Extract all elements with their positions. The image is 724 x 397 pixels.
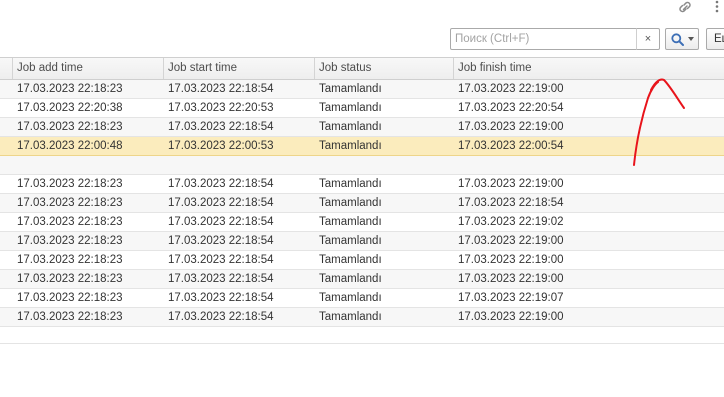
job-status-cell: Tamamlandı	[319, 83, 382, 95]
chevron-down-icon	[687, 37, 694, 41]
column-header-job-status[interactable]: Job status	[314, 58, 453, 79]
job-finish-time-cell: 17.03.2023 22:19:00	[458, 121, 564, 133]
job-start-time-cell: 17.03.2023 22:18:54	[168, 235, 274, 247]
table-row[interactable]: 17.03.2023 22:18:23 17.03.2023 22:18:54 …	[0, 232, 724, 251]
search-icon	[670, 32, 684, 46]
job-add-time-cell: 17.03.2023 22:18:23	[17, 197, 123, 209]
search-button[interactable]	[665, 28, 699, 50]
job-start-time-cell: 17.03.2023 22:00:53	[168, 140, 274, 152]
job-status-cell: Tamamlandı	[319, 197, 382, 209]
job-start-time-cell: 17.03.2023 22:18:54	[168, 216, 274, 228]
column-header-label: Job finish time	[458, 62, 532, 74]
table-row[interactable]: 17.03.2023 22:18:23 17.03.2023 22:18:54 …	[0, 194, 724, 213]
table-row[interactable]: 17.03.2023 22:18:23 17.03.2023 22:18:54 …	[0, 308, 724, 327]
job-status-cell: Tamamlandı	[319, 311, 382, 323]
table-row[interactable]: 17.03.2023 22:20:38 17.03.2023 22:20:53 …	[0, 99, 724, 118]
column-header-label: Job status	[319, 62, 372, 74]
job-start-time-cell: 17.03.2023 22:18:54	[168, 292, 274, 304]
jobs-table: Job add time Job start time Job status J…	[0, 57, 724, 327]
close-icon: ×	[644, 33, 652, 45]
job-finish-time-cell: 17.03.2023 22:19:00	[458, 178, 564, 190]
link-icon[interactable]	[676, 0, 694, 14]
job-add-time-cell: 17.03.2023 22:18:23	[17, 311, 123, 323]
job-start-time-cell: 17.03.2023 22:18:54	[168, 254, 274, 266]
table-row[interactable]: 17.03.2023 22:18:23 17.03.2023 22:18:54 …	[0, 175, 724, 194]
job-add-time-cell: 17.03.2023 22:18:23	[17, 178, 123, 190]
clear-search-button[interactable]: ×	[636, 28, 660, 50]
more-actions-button[interactable]: Еще	[706, 28, 724, 50]
job-finish-time-cell: 17.03.2023 22:19:02	[458, 216, 564, 228]
job-status-cell: Tamamlandı	[319, 235, 382, 247]
job-finish-time-cell: 17.03.2023 22:18:54	[458, 197, 564, 209]
job-start-time-cell: 17.03.2023 22:18:54	[168, 178, 274, 190]
job-finish-time-cell: 17.03.2023 22:20:54	[458, 102, 564, 114]
job-add-time-cell: 17.03.2023 22:00:48	[17, 140, 123, 152]
job-add-time-cell: 17.03.2023 22:18:23	[17, 235, 123, 247]
job-start-time-cell: 17.03.2023 22:20:53	[168, 102, 274, 114]
job-status-cell: Tamamlandı	[319, 178, 382, 190]
job-finish-time-cell: 17.03.2023 22:19:00	[458, 83, 564, 95]
job-add-time-cell: 17.03.2023 22:18:23	[17, 292, 123, 304]
column-header-job-finish-time[interactable]: Job finish time	[453, 58, 724, 79]
job-status-cell: Tamamlandı	[319, 273, 382, 285]
job-finish-time-cell: 17.03.2023 22:19:00	[458, 311, 564, 323]
table-row[interactable]: 17.03.2023 22:18:23 17.03.2023 22:18:54 …	[0, 118, 724, 137]
job-add-time-cell: 17.03.2023 22:18:23	[17, 216, 123, 228]
table-row-empty[interactable]	[0, 156, 724, 175]
job-add-time-cell: 17.03.2023 22:18:23	[17, 83, 123, 95]
table-row[interactable]: 17.03.2023 22:18:23 17.03.2023 22:18:54 …	[0, 289, 724, 308]
job-start-time-cell: 17.03.2023 22:18:54	[168, 83, 274, 95]
job-finish-time-cell: 17.03.2023 22:19:07	[458, 292, 564, 304]
job-start-time-cell: 17.03.2023 22:18:54	[168, 273, 274, 285]
job-status-cell: Tamamlandı	[319, 140, 382, 152]
job-status-cell: Tamamlandı	[319, 121, 382, 133]
job-finish-time-cell: 17.03.2023 22:00:54	[458, 140, 564, 152]
table-header: Job add time Job start time Job status J…	[0, 57, 724, 80]
table-row[interactable]: 17.03.2023 22:18:23 17.03.2023 22:18:54 …	[0, 270, 724, 289]
job-status-cell: Tamamlandı	[319, 254, 382, 266]
job-start-time-cell: 17.03.2023 22:18:54	[168, 311, 274, 323]
column-header-job-add-time[interactable]: Job add time	[12, 58, 164, 79]
more-actions-label: Еще	[714, 33, 724, 45]
column-header-job-start-time[interactable]: Job start time	[163, 58, 315, 79]
column-header-label: Job start time	[168, 62, 238, 74]
search-input[interactable]	[450, 28, 642, 50]
job-add-time-cell: 17.03.2023 22:20:38	[17, 102, 123, 114]
table-row-selected[interactable]: 17.03.2023 22:00:48 17.03.2023 22:00:53 …	[0, 137, 724, 156]
job-add-time-cell: 17.03.2023 22:18:23	[17, 254, 123, 266]
job-start-time-cell: 17.03.2023 22:18:54	[168, 197, 274, 209]
job-start-time-cell: 17.03.2023 22:18:54	[168, 121, 274, 133]
job-add-time-cell: 17.03.2023 22:18:23	[17, 273, 123, 285]
job-add-time-cell: 17.03.2023 22:18:23	[17, 121, 123, 133]
table-row[interactable]: 17.03.2023 22:18:23 17.03.2023 22:18:54 …	[0, 80, 724, 99]
table-bottom-border	[0, 343, 724, 344]
job-status-cell: Tamamlandı	[319, 216, 382, 228]
job-status-cell: Tamamlandı	[319, 292, 382, 304]
column-header-label: Job add time	[17, 62, 83, 74]
vertical-ellipsis-icon[interactable]	[713, 0, 721, 14]
table-row[interactable]: 17.03.2023 22:18:23 17.03.2023 22:18:54 …	[0, 213, 724, 232]
job-finish-time-cell: 17.03.2023 22:19:00	[458, 254, 564, 266]
job-finish-time-cell: 17.03.2023 22:19:00	[458, 235, 564, 247]
job-finish-time-cell: 17.03.2023 22:19:00	[458, 273, 564, 285]
job-status-cell: Tamamlandı	[319, 102, 382, 114]
table-row[interactable]: 17.03.2023 22:18:23 17.03.2023 22:18:54 …	[0, 251, 724, 270]
